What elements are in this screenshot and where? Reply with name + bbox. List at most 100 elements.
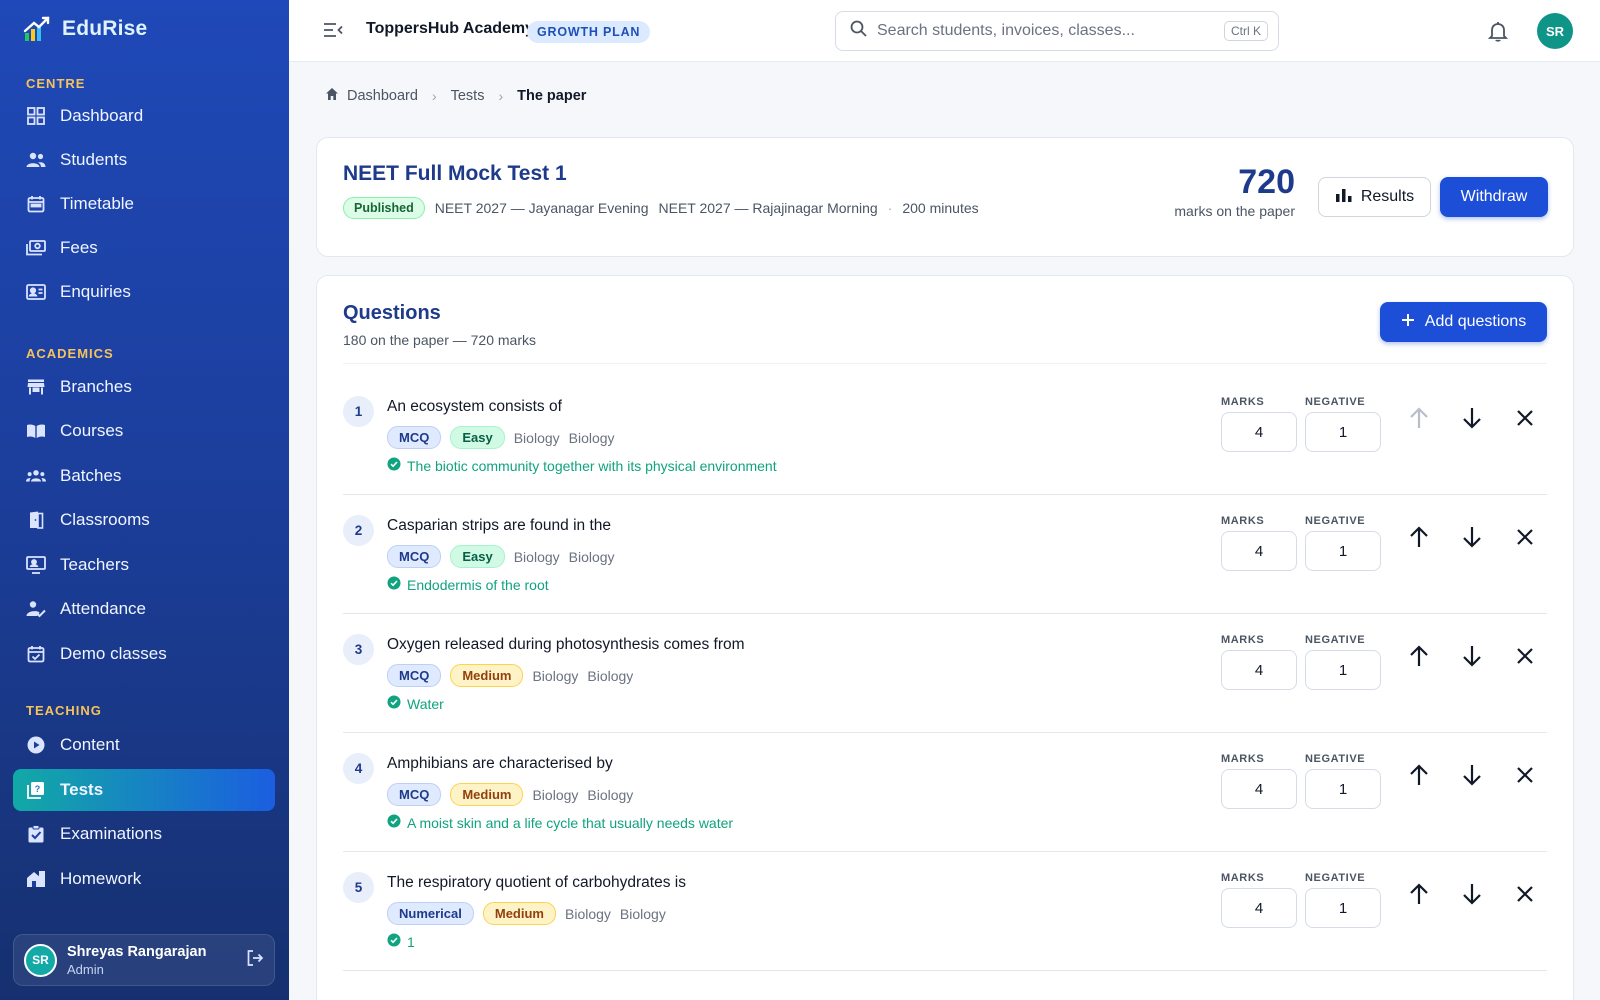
negative-input[interactable]: 1 [1305, 888, 1381, 928]
total-marks-value: 720 [1238, 163, 1295, 201]
remove-icon[interactable] [1511, 404, 1539, 432]
separator-dot: · [887, 200, 893, 216]
sidebar-item-batches[interactable]: Batches [13, 455, 275, 497]
logout-icon[interactable] [246, 949, 264, 972]
question-type-tag: MCQ [387, 426, 442, 449]
move-up-icon[interactable] [1405, 761, 1433, 789]
logo-icon [23, 16, 50, 41]
question-text[interactable]: Amphibians are characterised by [387, 755, 613, 773]
search-box[interactable]: Ctrl K [835, 11, 1279, 51]
topic-label: Biology [619, 905, 666, 922]
add-questions-button[interactable]: Add questions [1380, 302, 1547, 342]
question-number: 1 [343, 396, 374, 427]
batch-label: NEET 2027 — Jayanagar Evening [434, 200, 649, 216]
marks-input[interactable]: 4 [1221, 888, 1297, 928]
sidebar-item-students[interactable]: Students [13, 139, 275, 181]
negative-input[interactable]: 1 [1305, 531, 1381, 571]
question-row: 4 Amphibians are characterised by MCQ Mediu… [343, 733, 1547, 852]
home-icon [325, 87, 339, 105]
menu-collapse-icon[interactable] [323, 21, 343, 41]
event-icon [26, 644, 46, 664]
negative-input[interactable]: 1 [1305, 650, 1381, 690]
clipboard-check-icon [26, 824, 46, 844]
questions-card: Questions 180 on the paper — 720 marks A… [316, 275, 1574, 1000]
question-type-tag: Numerical [387, 902, 474, 925]
sidebar-item-enquiries[interactable]: Enquiries [13, 271, 275, 313]
question-text[interactable]: The respiratory quotient of carbohydrate… [387, 874, 686, 892]
marks-label: MARKS [1221, 515, 1265, 527]
check-circle-icon [387, 457, 401, 474]
negative-input[interactable]: 1 [1305, 412, 1381, 452]
sidebar-item-dashboard[interactable]: Dashboard [13, 95, 275, 137]
marks-input[interactable]: 4 [1221, 531, 1297, 571]
brand-name: EduRise [62, 17, 148, 40]
correct-answer: 1 [387, 933, 415, 950]
nav-section-academics: ACADEMICS [26, 346, 114, 361]
move-down-icon[interactable] [1458, 523, 1486, 551]
breadcrumb-parent[interactable]: Tests [451, 88, 485, 104]
sidebar-item-label: Attendance [60, 599, 147, 618]
move-down-icon[interactable] [1458, 761, 1486, 789]
sidebar-item-branches[interactable]: Branches [13, 366, 275, 408]
avatar[interactable]: SR [1537, 13, 1573, 49]
sidebar-item-content[interactable]: Content [13, 724, 275, 766]
search-shortcut: Ctrl K [1224, 21, 1268, 41]
sidebar-item-courses[interactable]: Courses [13, 410, 275, 452]
remove-icon[interactable] [1511, 761, 1539, 789]
attendance-icon [26, 599, 46, 619]
play-circle-icon [26, 735, 46, 755]
breadcrumb-home[interactable]: Dashboard [347, 88, 418, 104]
section-subtitle: 180 on the paper — 720 marks [343, 332, 537, 348]
bar-chart-icon [1335, 187, 1353, 208]
sidebar-item-attendance[interactable]: Attendance [13, 588, 275, 630]
store-icon [26, 377, 46, 397]
sidebar-item-teachers[interactable]: Teachers [13, 544, 275, 586]
remove-icon[interactable] [1511, 642, 1539, 670]
sidebar-item-examinations[interactable]: Examinations [13, 813, 275, 855]
sidebar-item-fees[interactable]: Fees [13, 227, 275, 269]
users-icon [26, 150, 46, 170]
move-up-icon[interactable] [1405, 880, 1433, 908]
move-down-icon[interactable] [1458, 404, 1486, 432]
marks-input[interactable]: 4 [1221, 412, 1297, 452]
results-button[interactable]: Results [1318, 177, 1431, 217]
sidebar-item-tests[interactable]: ? Tests [13, 769, 275, 811]
sidebar-item-timetable[interactable]: Timetable [13, 183, 275, 225]
negative-label: NEGATIVE [1305, 753, 1366, 765]
move-down-icon[interactable] [1458, 642, 1486, 670]
withdraw-button[interactable]: Withdraw [1440, 177, 1548, 217]
difficulty-tag: Easy [450, 545, 505, 568]
groups-icon [26, 466, 46, 486]
sidebar-item-classrooms[interactable]: Classrooms [13, 499, 275, 541]
question-text[interactable]: Casparian strips are found in the [387, 517, 611, 535]
results-label: Results [1360, 188, 1415, 205]
org-name[interactable]: ToppersHub Academy [366, 20, 534, 38]
sidebar-item-label: Demo classes [60, 644, 167, 663]
brand[interactable]: EduRise [22, 12, 147, 46]
question-text[interactable]: An ecosystem consists of [387, 398, 562, 416]
sidebar-item-homework[interactable]: Homework [13, 858, 275, 900]
correct-answer: A moist skin and a life cycle that usual… [387, 814, 733, 831]
book-open-icon [26, 421, 46, 441]
difficulty-tag: Easy [450, 426, 505, 449]
remove-icon[interactable] [1511, 523, 1539, 551]
search-input[interactable] [877, 22, 1214, 40]
difficulty-tag: Medium [450, 783, 524, 806]
question-row: 5 The respiratory quotient of carbohydrat… [343, 852, 1547, 971]
marks-input[interactable]: 4 [1221, 650, 1297, 690]
sidebar-item-demo-classes[interactable]: Demo classes [13, 633, 275, 675]
question-text[interactable]: Oxygen released during photosynthesis co… [387, 636, 745, 654]
bell-icon[interactable] [1487, 20, 1509, 42]
move-up-icon[interactable] [1405, 404, 1433, 432]
move-up-icon[interactable] [1405, 523, 1433, 551]
negative-input[interactable]: 1 [1305, 769, 1381, 809]
move-up-icon[interactable] [1405, 642, 1433, 670]
question-row: 3 Oxygen released during photosynthesis c… [343, 614, 1547, 733]
move-down-icon[interactable] [1458, 880, 1486, 908]
remove-icon[interactable] [1511, 880, 1539, 908]
sidebar-item-label: Fees [60, 238, 98, 257]
marks-input[interactable]: 4 [1221, 769, 1297, 809]
sidebar-item-label: Students [60, 150, 128, 169]
user-card[interactable]: SR Shreyas Rangarajan Admin [13, 934, 275, 986]
duration-label: 200 minutes [902, 200, 979, 216]
